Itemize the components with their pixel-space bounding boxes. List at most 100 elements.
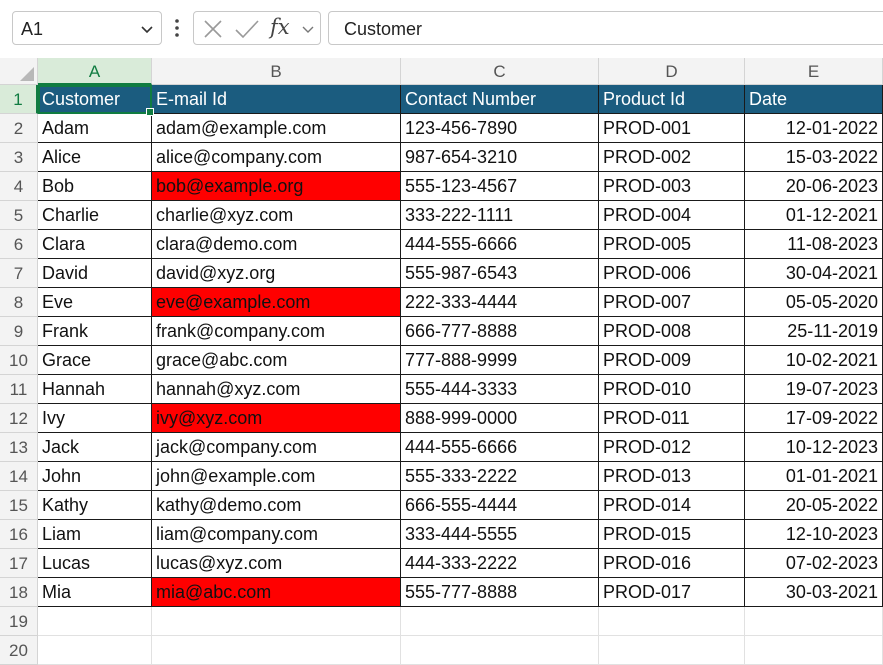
table-cell[interactable]: ivy@xyz.com — [152, 404, 401, 433]
table-cell[interactable]: 444-333-2222 — [401, 549, 599, 578]
row-header-5[interactable]: 5 — [0, 201, 38, 230]
row-header-3[interactable]: 3 — [0, 143, 38, 172]
row-header-16[interactable]: 16 — [0, 520, 38, 549]
table-cell[interactable]: Clara — [38, 230, 152, 259]
enter-check-icon[interactable] — [234, 18, 260, 40]
column-header-a[interactable]: A — [38, 58, 152, 85]
table-cell[interactable]: 05-05-2020 — [745, 288, 883, 317]
table-cell[interactable]: 10-12-2023 — [745, 433, 883, 462]
table-cell[interactable]: 10-02-2021 — [745, 346, 883, 375]
empty-cell[interactable] — [745, 607, 883, 636]
empty-cell[interactable] — [599, 607, 745, 636]
row-header-14[interactable]: 14 — [0, 462, 38, 491]
table-cell[interactable]: PROD-010 — [599, 375, 745, 404]
table-cell[interactable]: Lucas — [38, 549, 152, 578]
table-header-cell[interactable]: Product Id — [599, 85, 745, 114]
table-cell[interactable]: PROD-001 — [599, 114, 745, 143]
table-cell[interactable]: PROD-017 — [599, 578, 745, 607]
table-cell[interactable]: PROD-004 — [599, 201, 745, 230]
table-cell[interactable]: PROD-005 — [599, 230, 745, 259]
column-header-d[interactable]: D — [599, 58, 745, 85]
table-cell[interactable]: PROD-015 — [599, 520, 745, 549]
table-cell[interactable]: 11-08-2023 — [745, 230, 883, 259]
column-header-b[interactable]: B — [152, 58, 401, 85]
table-cell[interactable]: PROD-006 — [599, 259, 745, 288]
table-cell[interactable]: PROD-003 — [599, 172, 745, 201]
table-cell[interactable]: adam@example.com — [152, 114, 401, 143]
table-cell[interactable]: Frank — [38, 317, 152, 346]
table-cell[interactable]: john@example.com — [152, 462, 401, 491]
table-cell[interactable]: 30-03-2021 — [745, 578, 883, 607]
row-header-19[interactable]: 19 — [0, 607, 38, 636]
table-cell[interactable]: David — [38, 259, 152, 288]
table-cell[interactable]: 333-444-5555 — [401, 520, 599, 549]
table-cell[interactable]: 555-987-6543 — [401, 259, 599, 288]
table-cell[interactable]: lucas@xyz.com — [152, 549, 401, 578]
table-cell[interactable]: bob@example.org — [152, 172, 401, 201]
row-header-11[interactable]: 11 — [0, 375, 38, 404]
row-header-12[interactable]: 12 — [0, 404, 38, 433]
table-cell[interactable]: PROD-012 — [599, 433, 745, 462]
table-cell[interactable]: 19-07-2023 — [745, 375, 883, 404]
table-cell[interactable]: Bob — [38, 172, 152, 201]
table-cell[interactable]: 987-654-3210 — [401, 143, 599, 172]
table-cell[interactable]: Liam — [38, 520, 152, 549]
table-cell[interactable]: Jack — [38, 433, 152, 462]
table-cell[interactable]: 666-555-4444 — [401, 491, 599, 520]
row-header-7[interactable]: 7 — [0, 259, 38, 288]
table-cell[interactable]: 777-888-9999 — [401, 346, 599, 375]
table-cell[interactable]: Charlie — [38, 201, 152, 230]
table-cell[interactable]: 444-555-6666 — [401, 230, 599, 259]
table-header-cell[interactable]: Customer — [38, 85, 152, 114]
table-cell[interactable]: hannah@xyz.com — [152, 375, 401, 404]
table-cell[interactable]: PROD-007 — [599, 288, 745, 317]
table-cell[interactable]: eve@example.com — [152, 288, 401, 317]
table-cell[interactable]: PROD-013 — [599, 462, 745, 491]
table-cell[interactable]: Mia — [38, 578, 152, 607]
table-header-cell[interactable]: Contact Number — [401, 85, 599, 114]
table-cell[interactable]: Adam — [38, 114, 152, 143]
row-header-17[interactable]: 17 — [0, 549, 38, 578]
table-cell[interactable]: 30-04-2021 — [745, 259, 883, 288]
table-cell[interactable]: 17-09-2022 — [745, 404, 883, 433]
table-header-cell[interactable]: E-mail Id — [152, 85, 401, 114]
table-cell[interactable]: Eve — [38, 288, 152, 317]
table-cell[interactable]: Alice — [38, 143, 152, 172]
table-cell[interactable]: charlie@xyz.com — [152, 201, 401, 230]
row-header-2[interactable]: 2 — [0, 114, 38, 143]
table-cell[interactable]: 25-11-2019 — [745, 317, 883, 346]
table-cell[interactable]: 555-333-2222 — [401, 462, 599, 491]
insert-function-button[interactable]: fx — [270, 15, 290, 39]
table-cell[interactable]: PROD-014 — [599, 491, 745, 520]
table-cell[interactable]: 20-05-2022 — [745, 491, 883, 520]
table-cell[interactable]: 555-777-8888 — [401, 578, 599, 607]
table-cell[interactable]: 01-12-2021 — [745, 201, 883, 230]
empty-cell[interactable] — [401, 607, 599, 636]
table-cell[interactable]: PROD-009 — [599, 346, 745, 375]
table-cell[interactable]: frank@company.com — [152, 317, 401, 346]
table-header-cell[interactable]: Date — [745, 85, 883, 114]
row-header-1[interactable]: 1 — [0, 85, 38, 114]
table-cell[interactable]: clara@demo.com — [152, 230, 401, 259]
table-cell[interactable]: 20-06-2023 — [745, 172, 883, 201]
chevron-down-icon[interactable] — [139, 21, 155, 37]
row-header-8[interactable]: 8 — [0, 288, 38, 317]
table-cell[interactable]: liam@company.com — [152, 520, 401, 549]
table-cell[interactable]: Ivy — [38, 404, 152, 433]
table-cell[interactable]: grace@abc.com — [152, 346, 401, 375]
table-cell[interactable]: 666-777-8888 — [401, 317, 599, 346]
table-cell[interactable]: PROD-002 — [599, 143, 745, 172]
table-cell[interactable]: 444-555-6666 — [401, 433, 599, 462]
row-header-10[interactable]: 10 — [0, 346, 38, 375]
column-header-e[interactable]: E — [745, 58, 883, 85]
table-cell[interactable]: PROD-016 — [599, 549, 745, 578]
table-cell[interactable]: Grace — [38, 346, 152, 375]
table-cell[interactable]: PROD-008 — [599, 317, 745, 346]
more-options-icon[interactable] — [172, 17, 182, 39]
row-header-13[interactable]: 13 — [0, 433, 38, 462]
table-cell[interactable]: John — [38, 462, 152, 491]
row-header-18[interactable]: 18 — [0, 578, 38, 607]
row-header-4[interactable]: 4 — [0, 172, 38, 201]
table-cell[interactable]: 12-01-2022 — [745, 114, 883, 143]
column-header-c[interactable]: C — [401, 58, 599, 85]
